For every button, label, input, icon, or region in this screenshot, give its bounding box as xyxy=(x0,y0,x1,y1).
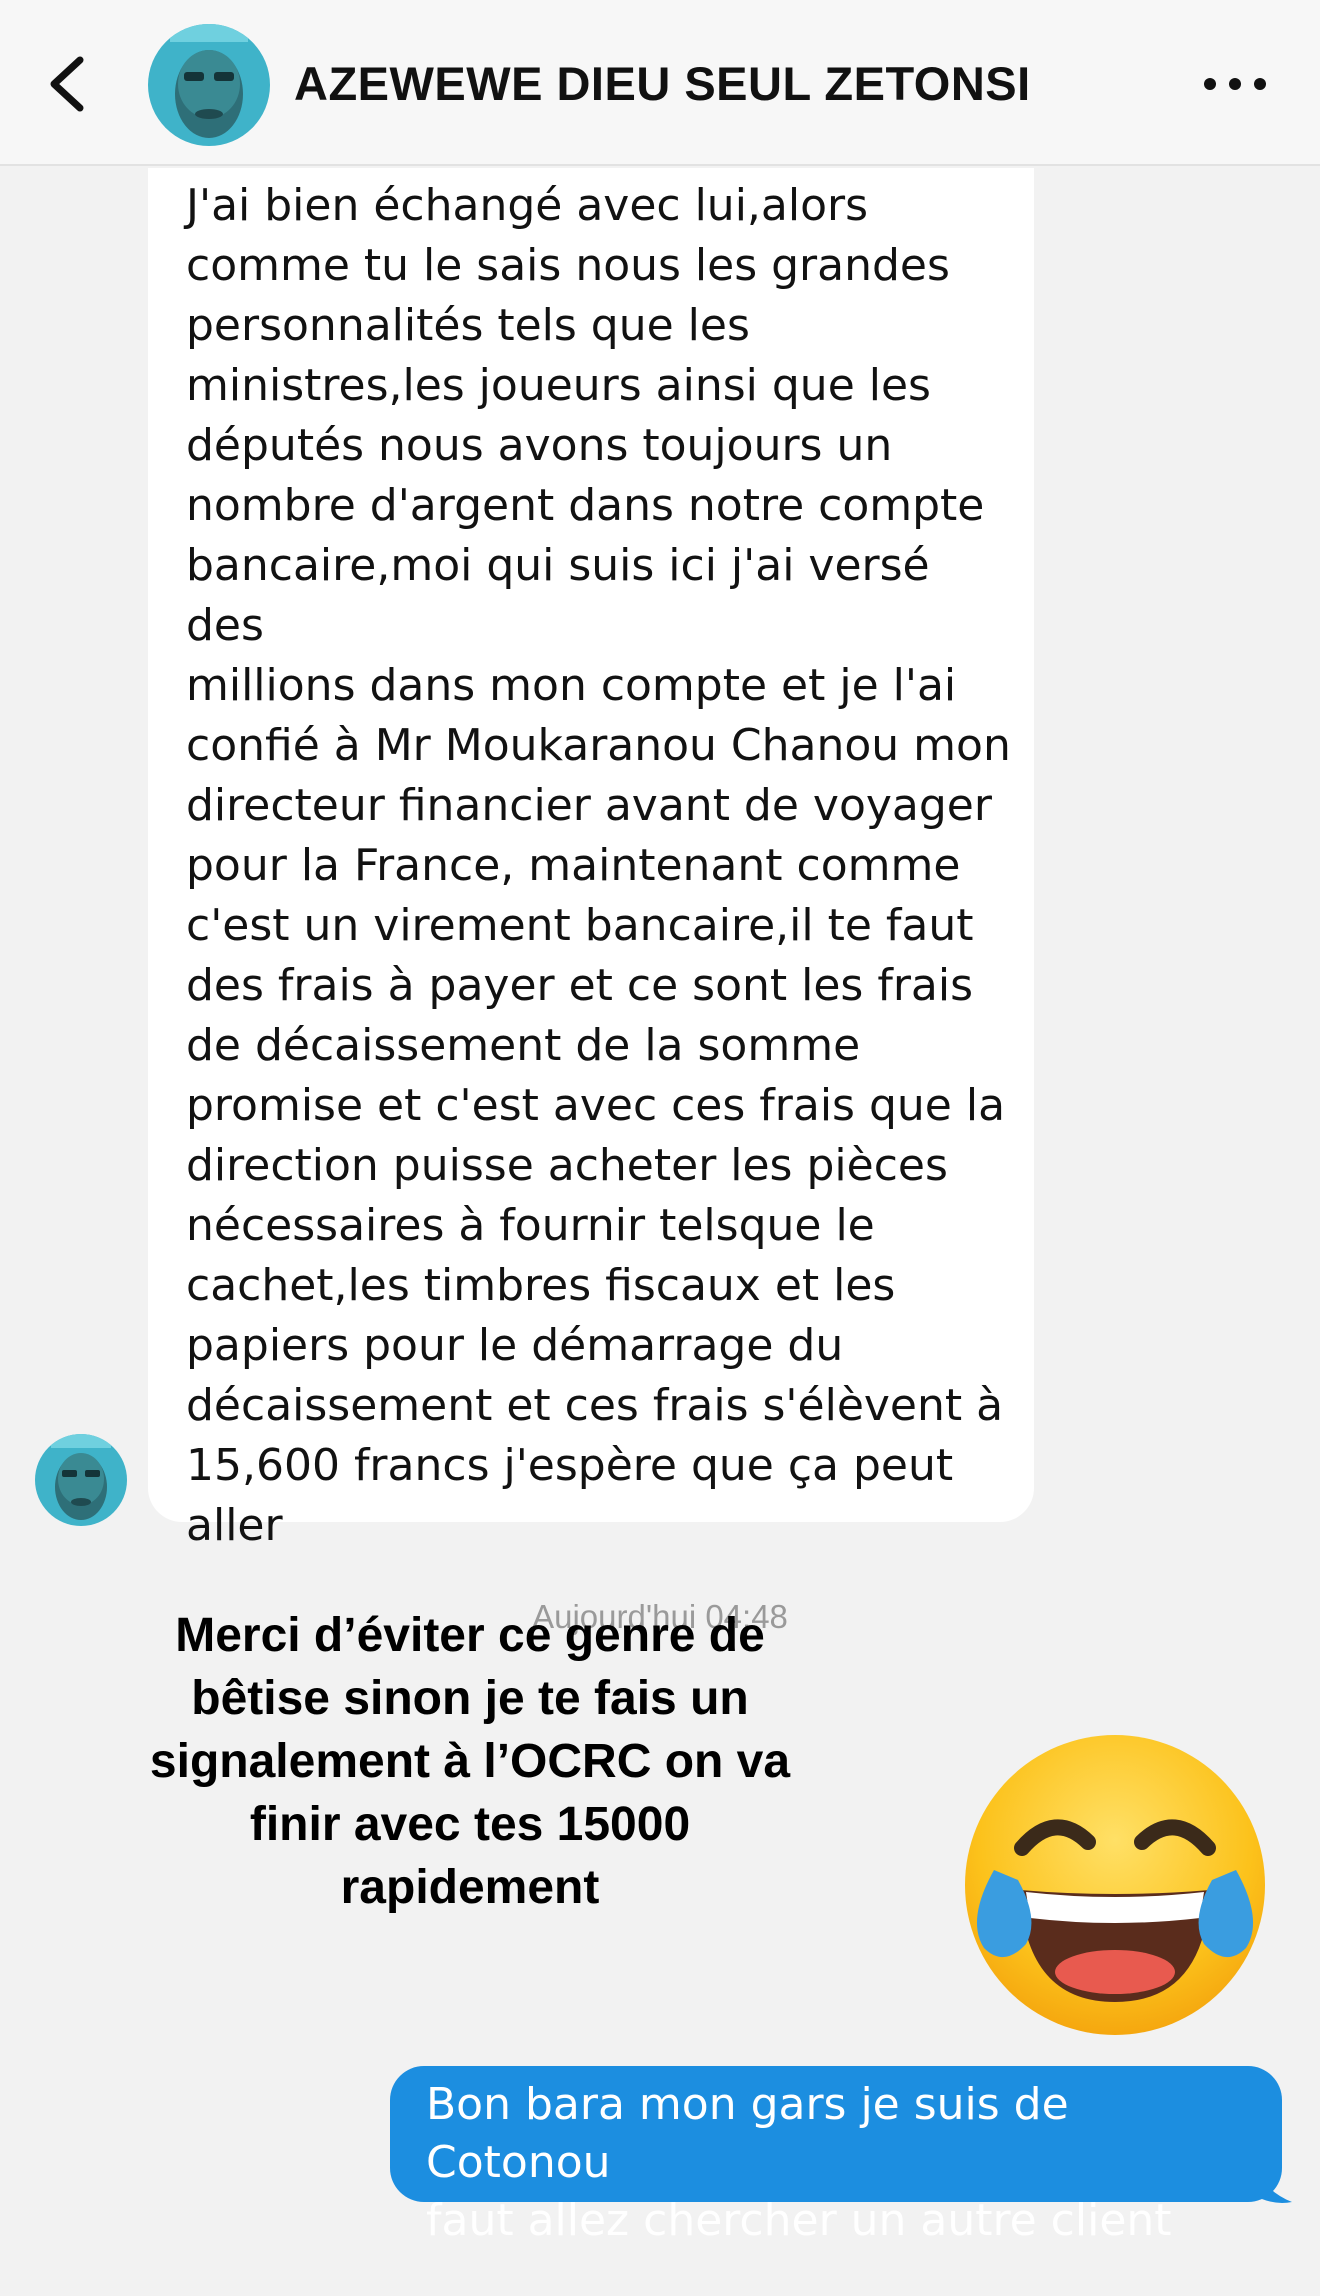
avatar[interactable] xyxy=(148,24,270,146)
ellipsis-icon[interactable] xyxy=(1200,66,1270,102)
caption-line: signalement à l’OCRC on va xyxy=(149,1735,791,1788)
sender-avatar[interactable] xyxy=(35,1434,127,1526)
caption-line: rapidement xyxy=(340,1861,600,1914)
caption-line: bêtise sinon je te fais un xyxy=(191,1672,749,1725)
sent-message-bubble[interactable]: Bon bara mon gars je suis de Cotonou fau… xyxy=(390,2066,1282,2246)
chat-header: AZEWEWE DIEU SEUL ZETONSI xyxy=(0,0,1320,166)
sent-message-text: Bon bara mon gars je suis de Cotonou fau… xyxy=(426,2079,1172,2246)
received-message-text: J'ai bien échangé avec lui,alors comme t… xyxy=(186,180,1011,1551)
contact-name[interactable]: AZEWEWE DIEU SEUL ZETONSI xyxy=(294,56,1031,111)
caption-line: Merci d’éviter ce genre de xyxy=(175,1609,765,1662)
bubble-tail xyxy=(1252,2160,1292,2203)
received-message-bubble[interactable]: J'ai bien échangé avec lui,alors comme t… xyxy=(148,168,1034,1551)
face-with-tears-of-joy-icon xyxy=(965,1735,1265,2035)
overlay-caption: Merci d’éviter ce genre de bêtise sinon … xyxy=(120,1604,820,1919)
caption-line: finir avec tes 15000 xyxy=(249,1798,691,1851)
chevron-left-icon[interactable] xyxy=(40,52,100,116)
